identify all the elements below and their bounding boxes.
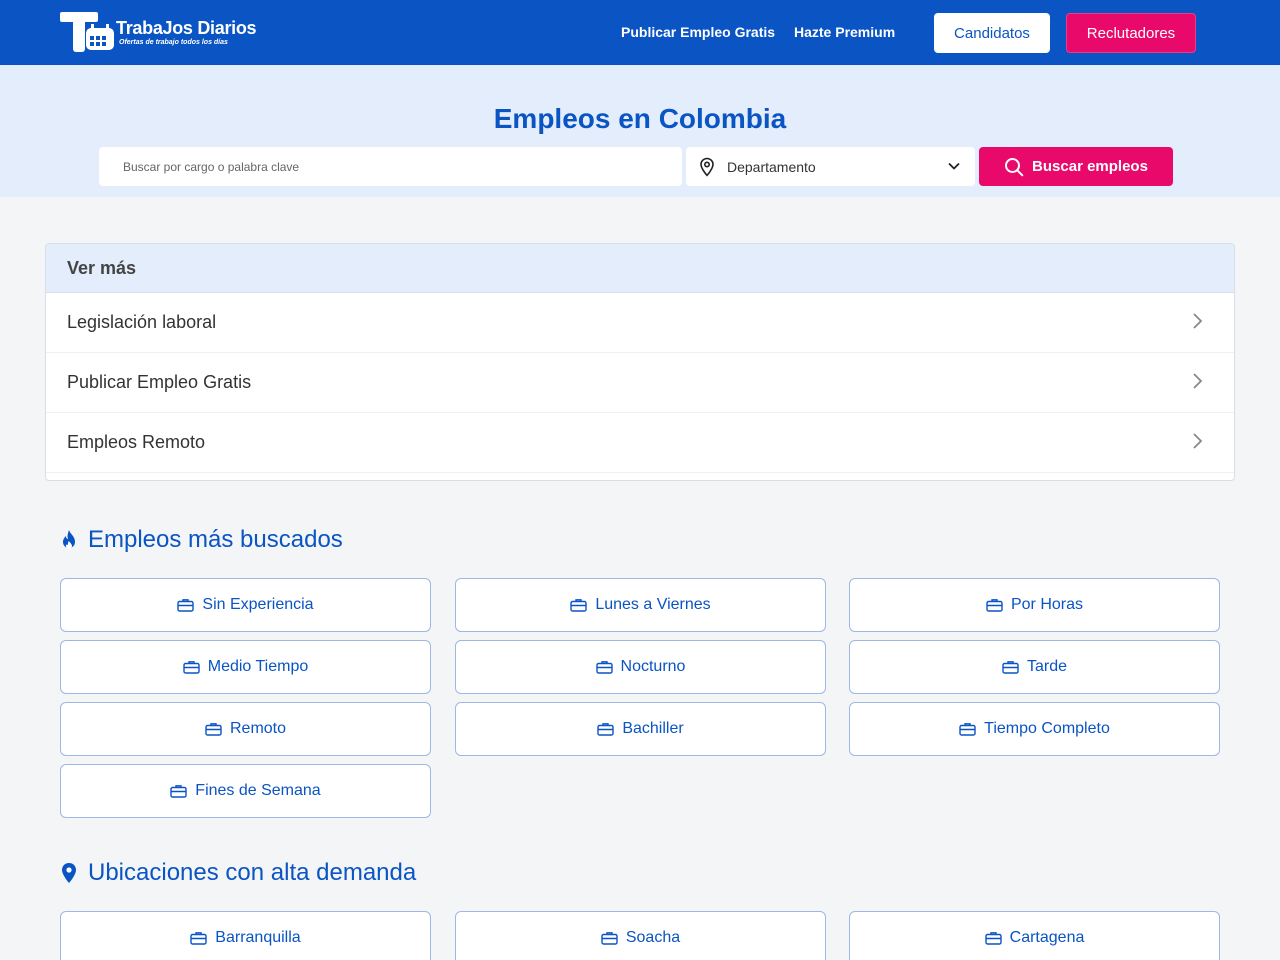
popular-job-chip-label: Por Horas: [1010, 596, 1084, 613]
location-chip-label: Barranquilla: [215, 929, 301, 946]
nav-premium-link[interactable]: Hazte Premium: [794, 24, 895, 40]
department-select[interactable]: Departamento: [686, 147, 975, 186]
briefcase-icon: [986, 599, 1003, 612]
locations-title: Ubicaciones con alta demanda: [88, 859, 417, 886]
briefcase-icon: [984, 932, 1002, 945]
popular-job-chip-label: Tarde: [1026, 658, 1068, 675]
popular-job-chip[interactable]: Por Horas: [849, 578, 1220, 632]
location-chip-label: Soacha: [625, 929, 681, 946]
location-chip[interactable]: Cartagena: [849, 911, 1220, 960]
logo-tagline: Ofertas de trabajo todos los días: [119, 39, 228, 46]
chevron-right-icon: [1193, 313, 1203, 329]
nav-publish-job-link[interactable]: Publicar Empleo Gratis: [621, 24, 775, 40]
popular-job-chip[interactable]: Tarde: [849, 640, 1220, 694]
popular-job-chip[interactable]: Lunes a Viernes: [455, 578, 826, 632]
briefcase-icon: [597, 723, 615, 736]
logo-title: TrabaJos Diarios: [116, 18, 257, 38]
briefcase-icon: [170, 785, 187, 798]
briefcase-icon: [190, 932, 207, 945]
location-pin-icon: [700, 157, 714, 177]
more-link-labor-law[interactable]: Legislación laboral: [46, 293, 1234, 353]
department-select-label: Departamento: [727, 159, 816, 175]
more-links-panel: Ver más Legislación laboral Publicar Emp…: [45, 243, 1235, 481]
popular-job-chip-label: Lunes a Viernes: [595, 596, 711, 613]
popular-job-chip[interactable]: Bachiller: [455, 702, 826, 756]
popular-job-chip[interactable]: Medio Tiempo: [60, 640, 431, 694]
popular-job-chip-label: Nocturno: [620, 658, 686, 675]
more-links-heading: Ver más: [46, 244, 1234, 293]
popular-job-chip[interactable]: Fines de Semana: [60, 764, 431, 818]
location-chip-label: Cartagena: [1009, 929, 1085, 946]
location-chip[interactable]: Barranquilla: [60, 911, 431, 960]
search-jobs-button-label: Buscar empleos: [1032, 158, 1148, 175]
more-link-label: Empleos Remoto: [67, 432, 206, 452]
popular-jobs-heading: Empleos más buscados: [60, 526, 343, 554]
chevron-right-icon: [1193, 433, 1203, 449]
search-icon: [1005, 157, 1024, 176]
popular-job-chip-label: Remoto: [229, 720, 287, 737]
popular-job-chip-label: Medio Tiempo: [207, 658, 309, 675]
locations-heading: Ubicaciones con alta demanda: [60, 859, 416, 887]
more-link-remote-jobs[interactable]: Empleos Remoto: [46, 413, 1234, 473]
recruiters-button[interactable]: Reclutadores: [1066, 13, 1196, 53]
location-pin-icon: [62, 863, 76, 883]
popular-jobs-title: Empleos más buscados: [88, 526, 343, 553]
briefcase-icon: [595, 661, 613, 674]
page-title: Empleos en Colombia: [493, 103, 787, 134]
more-link-label: Legislación laboral: [67, 312, 217, 332]
briefcase-icon: [959, 723, 976, 736]
popular-job-chip[interactable]: Tiempo Completo: [849, 702, 1220, 756]
briefcase-icon: [183, 661, 200, 674]
search-jobs-button[interactable]: Buscar empleos: [979, 147, 1173, 186]
chevron-right-icon: [1193, 373, 1203, 389]
candidates-button[interactable]: Candidatos: [934, 13, 1050, 53]
fire-icon: [63, 530, 75, 549]
briefcase-icon: [570, 599, 588, 612]
briefcase-icon: [177, 599, 195, 612]
top-navigation-bar: TrabaJos Diarios Ofertas de trabajo todo…: [0, 0, 1280, 65]
search-input[interactable]: [99, 147, 682, 186]
popular-job-chip-label: Sin Experiencia: [202, 596, 314, 613]
popular-job-chip[interactable]: Remoto: [60, 702, 431, 756]
popular-job-chip-label: Tiempo Completo: [984, 720, 1110, 737]
chevron-down-icon: [948, 162, 960, 170]
popular-job-chip-label: Fines de Semana: [195, 782, 321, 799]
popular-job-chip[interactable]: Nocturno: [455, 640, 826, 694]
briefcase-icon: [205, 723, 222, 736]
briefcase-icon: [1002, 661, 1019, 674]
popular-job-chip-label: Bachiller: [622, 720, 684, 737]
popular-job-chip[interactable]: Sin Experiencia: [60, 578, 431, 632]
location-chip[interactable]: Soacha: [455, 911, 826, 960]
logo-calendar-icon: [60, 12, 114, 52]
site-logo[interactable]: TrabaJos Diarios Ofertas de trabajo todo…: [60, 12, 260, 54]
hero-search-section: Empleos en Colombia Departamento Buscar …: [0, 65, 1280, 197]
more-link-publish-job[interactable]: Publicar Empleo Gratis: [46, 353, 1234, 413]
more-link-label: Publicar Empleo Gratis: [67, 372, 252, 392]
briefcase-icon: [601, 932, 618, 945]
